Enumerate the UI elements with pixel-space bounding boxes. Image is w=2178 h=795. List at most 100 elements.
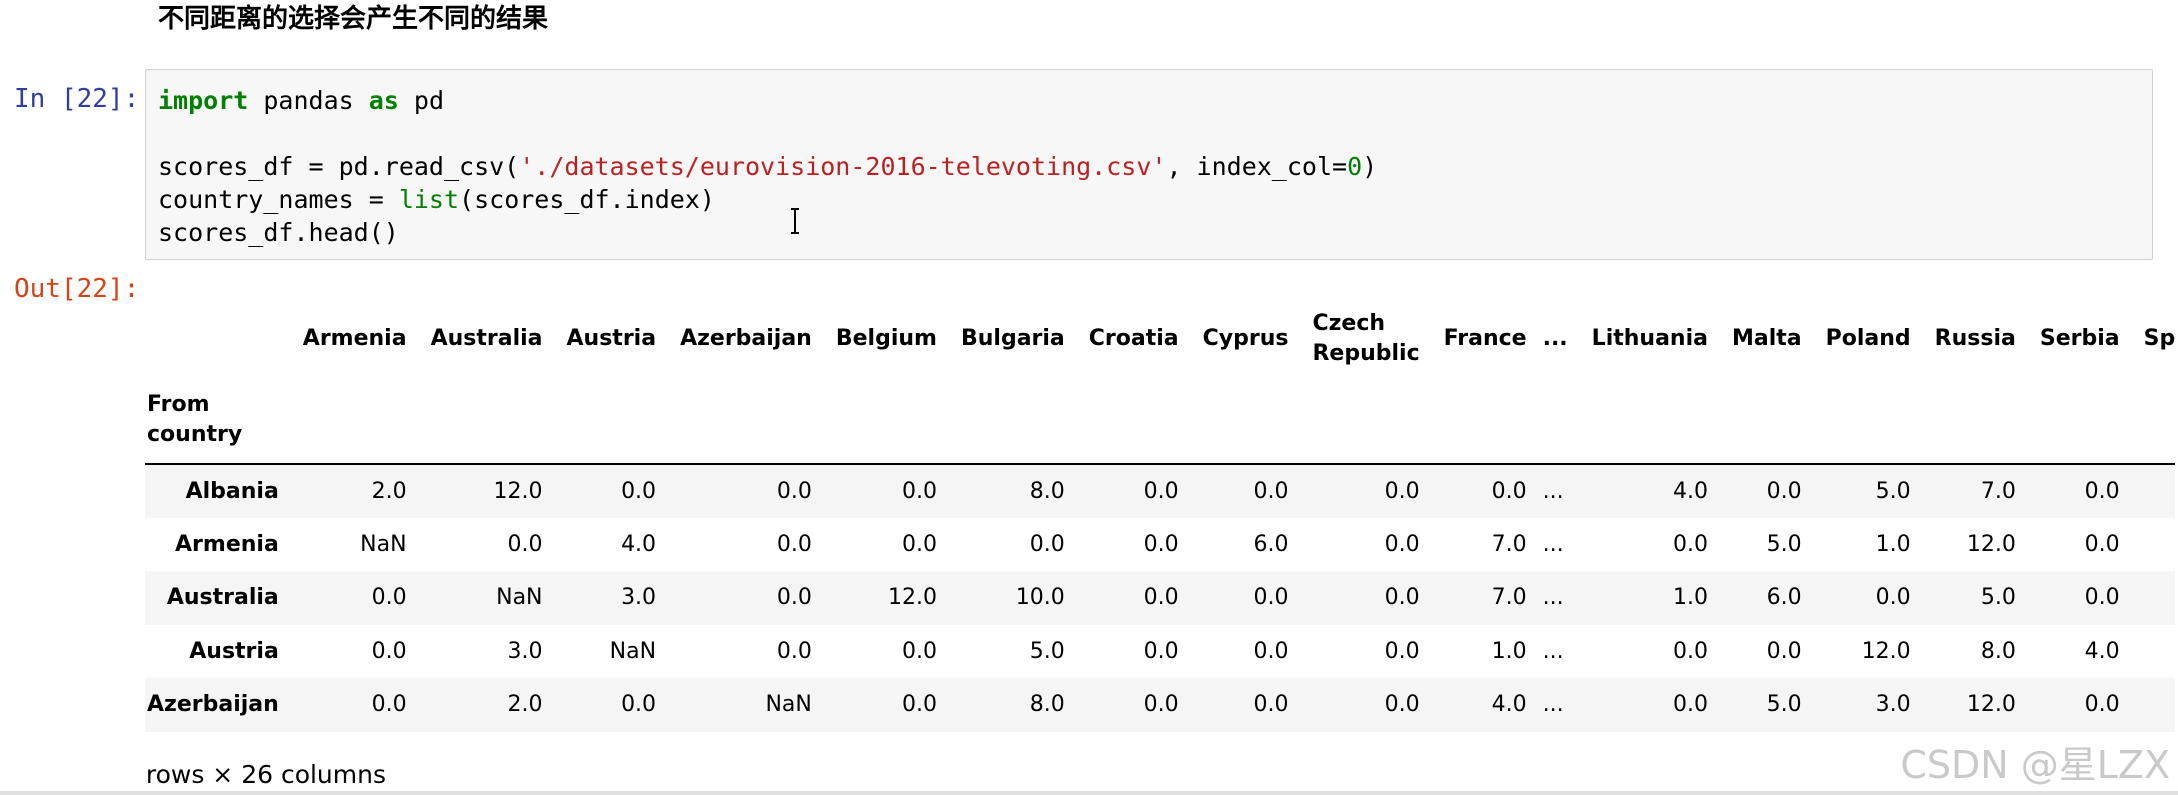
table-cell: 0.0 [1672,692,1708,718]
code-token: country_names = [158,185,399,214]
corner-header [145,300,291,377]
table-cell: 4.0 [1491,692,1527,718]
column-header: ... [1542,326,1568,351]
table-cell: 5.0 [1766,692,1802,718]
table-cell: NaN [360,531,407,557]
dataframe-shape: 5 rows × 26 columns [138,760,438,789]
table-cell: 5.0 [1029,638,1065,664]
table-cell: 0.0 [621,692,657,718]
row-index-label: Australia [166,585,279,611]
table-cell: 0.0 [1143,692,1179,718]
table-cell: 0.0 [901,478,937,504]
column-header: Cyprus [1202,326,1289,351]
code-token: pandas [248,86,369,115]
table-cell: 0.0 [371,638,407,664]
column-header: Spain [2143,326,2175,351]
table-cell: 0.0 [1672,531,1708,557]
table-cell: 0.0 [1253,478,1289,504]
column-header: Serbia [2039,326,2120,351]
table-cell: 4.0 [1672,478,1708,504]
table-cell: 0.0 [1384,585,1420,611]
code-text[interactable]: import pandas as pd scores_df = pd.read_… [158,84,1377,249]
table-cell: 6.0 [1253,531,1289,557]
table-cell: 3.0 [1875,692,1911,718]
index-name-row: From country [145,377,2175,464]
table-cell: 0.0 [1143,638,1179,664]
column-header: Bulgaria [960,326,1065,351]
column-header: France [1443,326,1527,351]
text-cursor-icon [791,208,799,234]
table-cell: 5.0 [1980,585,2016,611]
table-row: Armenia NaN 0.0 4.0 0.0 0.0 0.0 0.0 6.0 0.0 7.0...… [145,518,2175,572]
column-header: Austria [566,326,657,351]
index-name-line: country [147,422,243,447]
table-cell: 12.0 [493,478,543,504]
table-cell: 0.0 [371,692,407,718]
code-token: scores_df = pd.read_csv( [158,152,520,181]
table-cell: 0.0 [507,531,543,557]
dataframe-output: Armenia Australia Austria Azerbaijan Belgium… [145,300,2175,795]
column-header: Belgium [835,326,937,351]
table-cell: NaN [765,692,812,718]
table-cell: 0.0 [1766,638,1802,664]
table-cell: 0.0 [2084,478,2120,504]
table-cell: 0.0 [1491,478,1527,504]
table-cell: 0.0 [776,478,812,504]
shape-text: 5 rows × 26 columns [138,760,387,789]
table-row: Austria 0.0 3.0 NaN 0.0 0.0 5.0 0.0 0.0 0.0 1.0...… [145,625,2175,679]
column-header: Czech Republic [1312,310,1420,366]
table-cell: 2.0 [371,478,407,504]
table-cell: ... [1542,638,1564,664]
table-cell: 0.0 [1143,531,1179,557]
table-cell: 12.0 [887,585,937,611]
column-header: Russia [1934,326,2016,351]
table-cell: 4.0 [2084,638,2120,664]
table-cell: 12.0 [1861,638,1911,664]
code-token: (scores_df.index) [459,185,715,214]
table-cell: 0.0 [901,638,937,664]
code-token: 0 [1347,152,1363,181]
markdown-heading: 不同距离的选择会产生不同的结果 [158,4,549,34]
table-cell: 12.0 [1966,531,2016,557]
table-cell: 8.0 [1029,478,1065,504]
table-cell: NaN [496,585,543,611]
code-token: import [158,86,249,115]
table-cell: 0.0 [2132,678,2175,732]
table-cell: 10.0 [1015,585,1065,611]
table-cell: 0.0 [371,585,407,611]
table-cell: ... [1542,585,1564,611]
code-token: list [398,185,460,214]
table-cell: 7.0 [1980,478,2016,504]
table-cell: 7.0 [1491,585,1527,611]
table-cell: 12.0 [1966,692,2016,718]
row-index-label: Albania [185,478,279,504]
table-cell: 0.0 [1143,585,1179,611]
output-prompt: Out[22]: [14,274,140,304]
table-cell: 0.0 [901,692,937,718]
table-cell: 3.0 [621,585,657,611]
column-header: Croatia [1088,326,1179,351]
index-name: From country [145,377,291,464]
table-cell: 0.0 [1143,478,1179,504]
dataframe-body: Albania 2.0 12.0 0.0 0.0 0.0 8.0 0.0 0.0 0.0 0.0..… [145,464,2175,732]
table-cell: 0.0 [1384,638,1420,664]
table-cell: 0.0 [1029,531,1065,557]
code-token: as [368,86,399,115]
table-cell: 4.0 [621,531,657,557]
column-header: Malta [1731,326,1802,351]
table-cell: 0.0 [776,638,812,664]
column-header: Australia [430,326,543,351]
table-cell: 0.0 [2084,531,2120,557]
row-index-label: Azerbaijan [147,692,279,718]
table-cell: 0.0 [776,531,812,557]
table-cell: 5.0 [1875,478,1911,504]
table-cell: 0.0 [2132,464,2175,518]
table-cell: 0.0 [2132,625,2175,679]
table-row: Azerbaijan 0.0 2.0 0.0 NaN 0.0 8.0 0.0 0.0 0.0 4.0… [145,678,2175,732]
table-cell: ... [1542,478,1564,504]
divider [0,791,2178,795]
code-cell-editor[interactable]: import pandas as pd scores_df = pd.read_… [145,69,2153,260]
input-prompt: In [22]: [14,84,140,114]
code-token: './datasets/eurovision-2016-televoting.c… [519,152,1167,181]
table-cell: 0.0 [1384,692,1420,718]
